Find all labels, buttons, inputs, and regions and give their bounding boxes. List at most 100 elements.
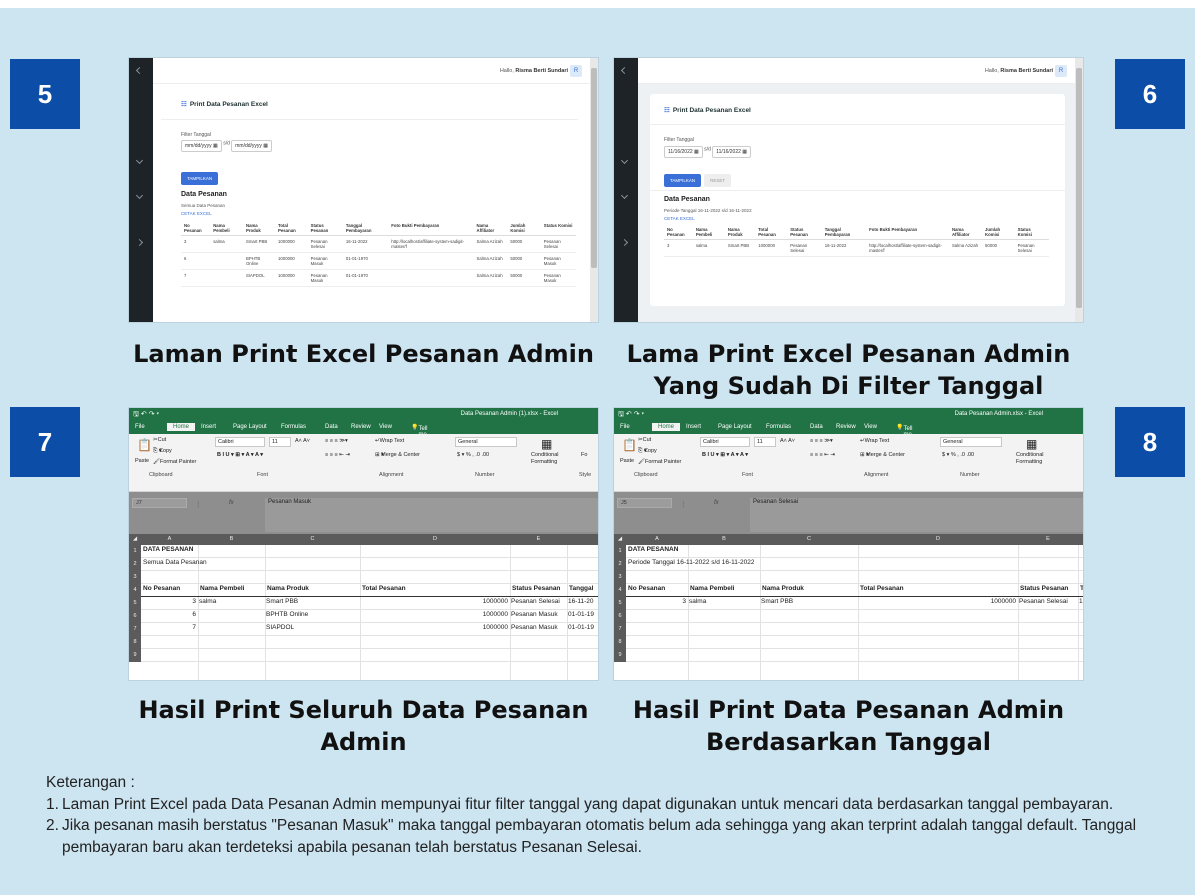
table-cell[interactable]: Smart PBB [266, 598, 358, 605]
spreadsheet-grid[interactable]: ◢ A B C D E 1 2 3 4 5 6 7 8 9 DATA PESANAN Periode Tangg… [614, 534, 1083, 680]
table-cell[interactable]: 01-01-19 [568, 611, 598, 618]
number-format-select[interactable]: General [455, 437, 517, 447]
font-name-select[interactable]: Calibri [700, 437, 750, 447]
conditional-formatting-icon[interactable]: ▦ [541, 437, 552, 451]
row-number[interactable]: 5 [129, 597, 141, 610]
table-cell[interactable]: 01-01-19 [568, 624, 598, 631]
table-cell[interactable]: 3 [627, 598, 686, 605]
row-number[interactable]: 1 [614, 545, 626, 558]
table-cell[interactable]: Pesanan Selesai [1019, 598, 1076, 605]
row-number[interactable]: 2 [129, 558, 141, 571]
row-number[interactable]: 7 [614, 623, 626, 636]
row-number[interactable]: 7 [129, 623, 141, 636]
row-number[interactable]: 6 [614, 610, 626, 623]
row-number[interactable]: 3 [614, 571, 626, 584]
font-name-select[interactable]: Calibri [215, 437, 265, 447]
table-cell[interactable]: 3 [142, 598, 196, 605]
formula-input[interactable]: Pesanan Masuk [265, 498, 598, 532]
scrollbar[interactable] [1075, 58, 1083, 322]
font-size-select[interactable]: 11 [754, 437, 776, 447]
row-number[interactable]: 3 [129, 571, 141, 584]
table-cell[interactable]: Smart PBB [761, 598, 856, 605]
column-header[interactable]: E [510, 536, 567, 542]
column-header[interactable]: B [198, 536, 265, 542]
row-number[interactable]: 1 [129, 545, 141, 558]
paste-icon[interactable]: 📋 [137, 438, 152, 452]
name-box[interactable]: J5 [617, 498, 672, 508]
table-cell[interactable]: Pesanan Masuk [511, 611, 565, 618]
date-from-input[interactable]: 11/16/2022 ▦ [664, 146, 703, 158]
quick-access-icon[interactable]: 🖫 ↶ ↷ ▾ [618, 410, 644, 421]
merge-center-button[interactable]: ⊞ Merge & Center ▾ [375, 452, 420, 458]
column-header[interactable]: A [141, 536, 198, 542]
ribbon-tab[interactable]: Page Layout [233, 424, 267, 430]
chevron-right-icon[interactable] [135, 238, 144, 247]
font-style-buttons[interactable]: B I U ▾ ⊞ ▾ A ▾ A ▾ [217, 452, 263, 458]
show-button[interactable]: TAMPILKAN [181, 172, 219, 185]
number-format-select[interactable]: General [940, 437, 1002, 447]
ribbon-tab[interactable]: File [135, 424, 145, 430]
ribbon-tab[interactable]: Insert [201, 424, 216, 430]
format-painter-button[interactable]: 🖌 Format Painter [638, 459, 681, 465]
table-cell[interactable]: salma [199, 598, 263, 605]
ribbon-tab[interactable]: Data [810, 424, 823, 430]
row-number[interactable]: 2 [614, 558, 626, 571]
row-number[interactable]: 4 [614, 584, 626, 597]
tell-me-search[interactable]: 💡 Tell me what you want to do... [411, 424, 431, 468]
table-cell[interactable]: 1000000 [361, 624, 508, 631]
table-cell[interactable]: salma [689, 598, 758, 605]
column-header[interactable]: E [1018, 536, 1078, 542]
chevron-left-icon[interactable] [620, 66, 629, 75]
conditional-formatting-button[interactable]: Conditional Formatting [1016, 452, 1062, 465]
row-number[interactable]: 8 [614, 636, 626, 649]
fx-icon[interactable]: fx [229, 500, 234, 506]
column-header[interactable]: C [760, 536, 858, 542]
copy-button[interactable]: ⎘ Copy ▾ [153, 448, 172, 455]
conditional-formatting-button[interactable]: Conditional Formatting [531, 452, 577, 465]
avatar[interactable]: R [1055, 65, 1067, 77]
spreadsheet-grid[interactable]: ◢ A B C D E 1 2 3 4 5 6 7 8 9 DATA PESANAN Semua Data Pe… [129, 534, 598, 680]
row-number[interactable]: 6 [129, 610, 141, 623]
table-cell[interactable]: SIAPDOL [266, 624, 358, 631]
ribbon-tab[interactable]: Formulas [281, 424, 306, 430]
export-excel-link[interactable]: CETAK EXCEL [664, 216, 695, 221]
date-to-input[interactable]: 11/16/2022 ▦ [712, 146, 752, 158]
row-number[interactable]: 9 [129, 649, 141, 662]
column-header[interactable]: D [360, 536, 510, 542]
paste-button[interactable]: Paste [135, 458, 149, 464]
align-top-buttons[interactable]: ≡ ≡ ≡ ≫▾ [810, 438, 833, 444]
font-size-buttons[interactable]: A˄ A˅ [780, 438, 795, 444]
ribbon-tab[interactable]: Formulas [766, 424, 791, 430]
reset-button[interactable]: RESET [704, 174, 732, 187]
table-cell[interactable]: 6 [142, 611, 196, 618]
chevron-down-icon[interactable] [135, 191, 144, 200]
ribbon-tab[interactable]: View [379, 424, 392, 430]
date-to-input[interactable]: mm/dd/yyyy ▦ [231, 140, 273, 152]
copy-button[interactable]: ⎘ Copy ▾ [638, 448, 657, 455]
table-cell[interactable]: 16-11-20 [568, 598, 598, 605]
font-size-select[interactable]: 11 [269, 437, 291, 447]
quick-access-icon[interactable]: 🖫 ↶ ↷ ▾ [133, 410, 159, 421]
chevron-right-icon[interactable] [620, 238, 629, 247]
avatar[interactable]: R [570, 65, 582, 77]
align-top-buttons[interactable]: ≡ ≡ ≡ ≫▾ [325, 438, 348, 444]
date-from-input[interactable]: mm/dd/yyyy ▦ [181, 140, 222, 152]
paste-button[interactable]: Paste [620, 458, 634, 464]
column-header[interactable]: A [626, 536, 688, 542]
row-number[interactable]: 8 [129, 636, 141, 649]
table-cell[interactable]: 7 [142, 624, 196, 631]
table-cell[interactable]: 1 [1079, 598, 1083, 605]
chevron-down-icon[interactable] [620, 191, 629, 200]
name-box[interactable]: J7 [132, 498, 187, 508]
show-button[interactable]: TAMPILKAN [664, 174, 702, 187]
merge-center-button[interactable]: ⊞ Merge & Center ▾ [860, 452, 905, 458]
scrollbar[interactable] [590, 58, 598, 322]
font-style-buttons[interactable]: B I U ▾ ⊞ ▾ A ▾ A ▾ [702, 452, 748, 458]
ribbon-tab[interactable]: Insert [686, 424, 701, 430]
number-buttons[interactable]: $ ▾ % , .0 .00 [942, 452, 974, 458]
table-cell[interactable]: Pesanan Masuk [511, 624, 565, 631]
row-number[interactable]: 4 [129, 584, 141, 597]
export-excel-link[interactable]: CETAK EXCEL [181, 211, 212, 216]
align-buttons[interactable]: ≡ ≡ ≡ ⇤ ⇥ [810, 452, 835, 458]
cut-button[interactable]: ✂ Cut [638, 437, 651, 443]
